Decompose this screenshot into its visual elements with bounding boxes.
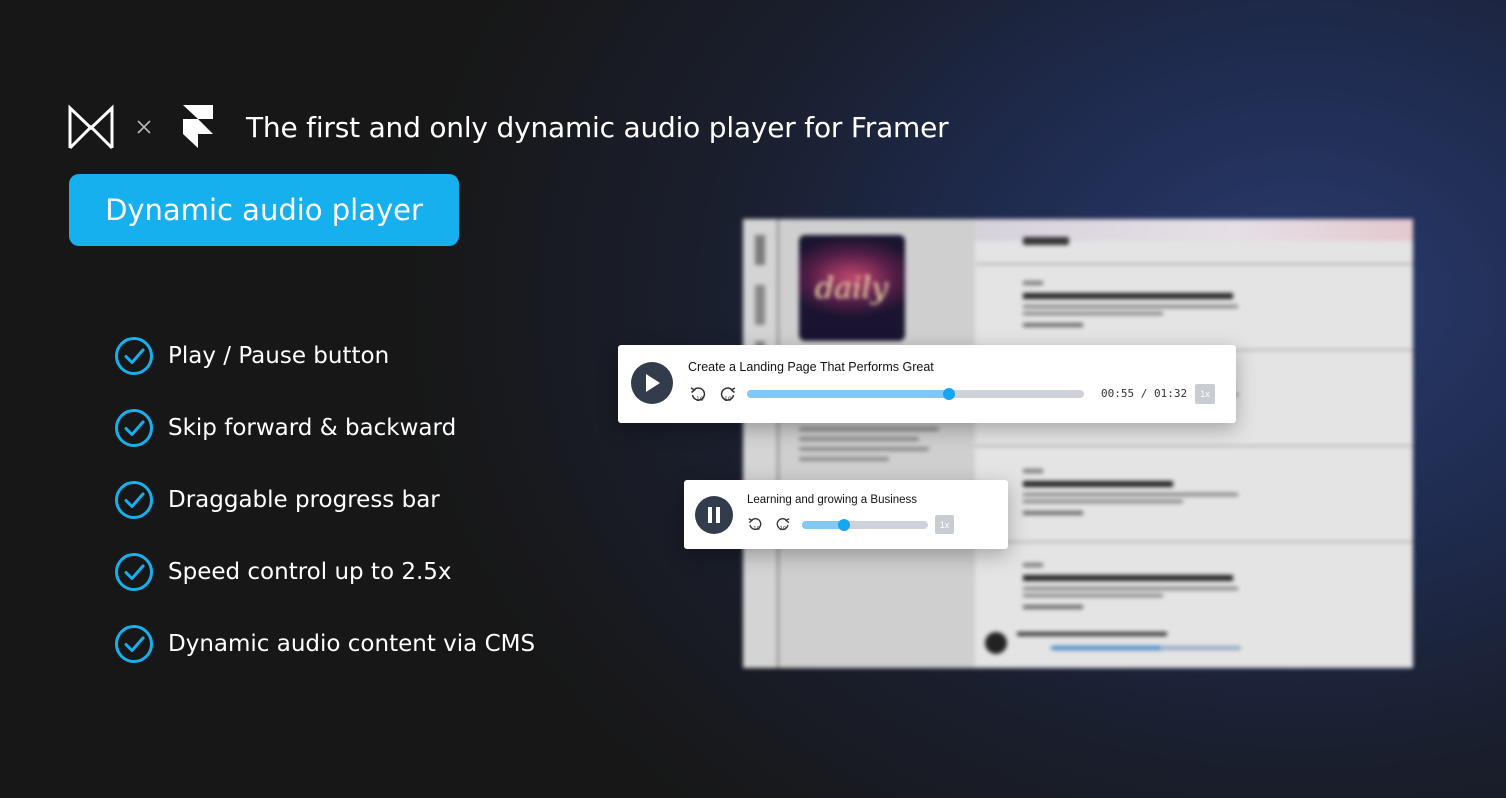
skip-forward-10-icon[interactable]: 10 — [719, 385, 737, 403]
skip-back-10-icon[interactable]: 10 — [747, 516, 763, 532]
feature-item: Speed control up to 2.5x — [114, 552, 535, 592]
product-badge: Dynamic audio player — [69, 174, 459, 246]
play-icon — [646, 374, 660, 392]
m-logo-icon — [68, 104, 114, 150]
check-circle-icon — [115, 409, 153, 447]
track-title: Create a Landing Page That Performs Grea… — [688, 360, 934, 374]
mockup-episodes-heading — [1023, 237, 1069, 245]
svg-text:10: 10 — [724, 396, 732, 403]
framer-logo-icon — [183, 105, 213, 148]
check-circle-icon — [115, 553, 153, 591]
mockup-sidebar: daily — [743, 219, 975, 668]
time-display: 00:55 / 01:32 — [1101, 387, 1188, 400]
progress-fill — [747, 390, 950, 398]
feature-item: Draggable progress bar — [114, 480, 535, 520]
track-title: Learning and growing a Business — [747, 494, 918, 506]
audio-player-secondary: Learning and growing a Business 10 10 1x — [684, 480, 1008, 549]
mockup-episode — [1023, 281, 1243, 327]
divider — [975, 445, 1413, 447]
play-button[interactable] — [631, 362, 673, 404]
feature-item: Play / Pause button — [114, 336, 535, 376]
mockup-episode-list — [975, 219, 1413, 668]
progress-handle[interactable] — [943, 388, 956, 400]
mockup-episode — [1023, 469, 1243, 515]
svg-text:10: 10 — [779, 526, 786, 532]
mockup-rail — [743, 219, 779, 668]
pause-icon — [708, 507, 720, 523]
skip-forward-10-icon[interactable]: 10 — [775, 516, 791, 532]
mockup-episode — [1023, 563, 1243, 609]
svg-text:10: 10 — [696, 396, 704, 403]
feature-label: Speed control up to 2.5x — [168, 559, 452, 585]
skip-back-10-icon[interactable]: 10 — [689, 385, 707, 403]
check-circle-icon — [115, 625, 153, 663]
page-title: The first and only dynamic audio player … — [246, 110, 949, 144]
feature-label: Draggable progress bar — [168, 487, 440, 513]
feature-list: Play / Pause button Skip forward & backw… — [114, 336, 535, 696]
website-mockup: daily — [743, 219, 1413, 668]
feature-label: Dynamic audio content via CMS — [168, 631, 536, 657]
feature-label: Play / Pause button — [168, 343, 390, 369]
mockup-player — [985, 628, 1305, 658]
feature-item: Skip forward & backward — [114, 408, 535, 448]
times-icon — [137, 120, 151, 134]
feature-label: Skip forward & backward — [168, 415, 457, 441]
pause-button[interactable] — [695, 496, 733, 534]
speed-button[interactable]: 1x — [935, 515, 954, 534]
podcast-cover-text: daily — [815, 271, 889, 306]
speed-button[interactable]: 1x — [1195, 384, 1215, 404]
mockup-rail-link — [755, 285, 765, 325]
feature-item: Dynamic audio content via CMS — [114, 624, 535, 664]
svg-text:10: 10 — [753, 526, 760, 532]
audio-player-main: Create a Landing Page That Performs Grea… — [618, 345, 1236, 423]
check-circle-icon — [115, 337, 153, 375]
header: The first and only dynamic audio player … — [68, 104, 949, 150]
mockup-description — [799, 427, 949, 467]
progress-handle[interactable] — [837, 519, 850, 531]
divider — [975, 263, 1413, 265]
divider — [975, 541, 1413, 543]
check-circle-icon — [115, 481, 153, 519]
progress-bar[interactable] — [802, 519, 928, 531]
progress-bar[interactable] — [747, 388, 1084, 400]
mockup-rail-link — [755, 235, 765, 265]
